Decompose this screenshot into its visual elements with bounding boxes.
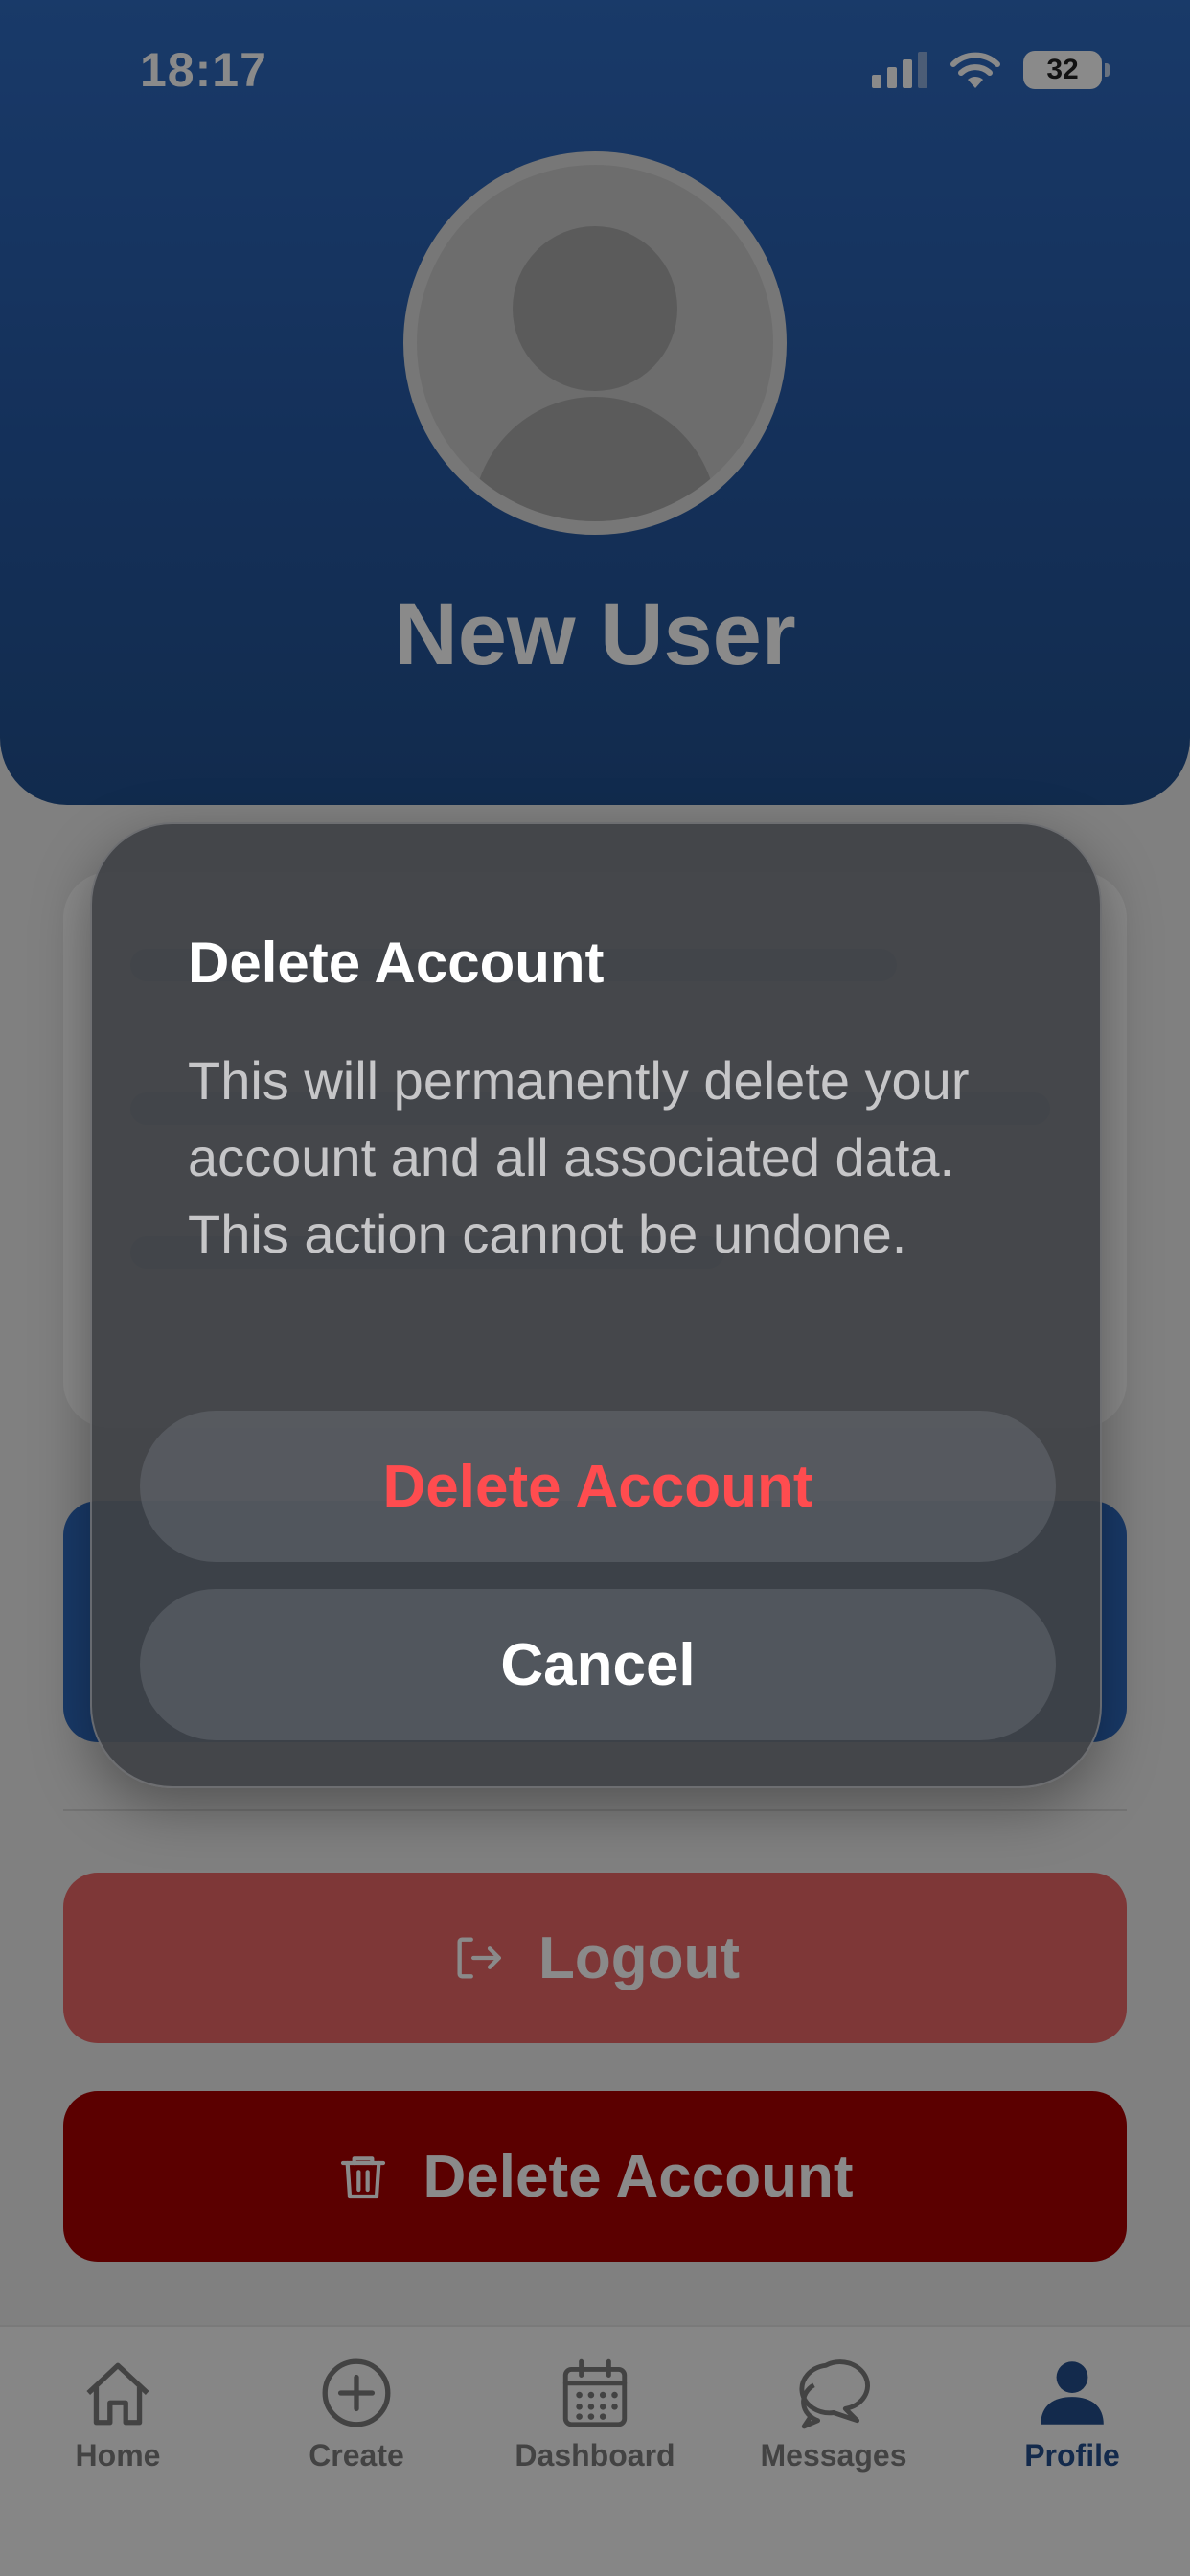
delete-account-dialog: Delete Account This will permanently del… (90, 822, 1102, 1788)
confirm-delete-button[interactable]: Delete Account (140, 1411, 1056, 1562)
cancel-button[interactable]: Cancel (140, 1589, 1056, 1740)
dialog-message: This will permanently delete your accoun… (188, 1050, 970, 1264)
dialog-title: Delete Account (188, 931, 605, 995)
